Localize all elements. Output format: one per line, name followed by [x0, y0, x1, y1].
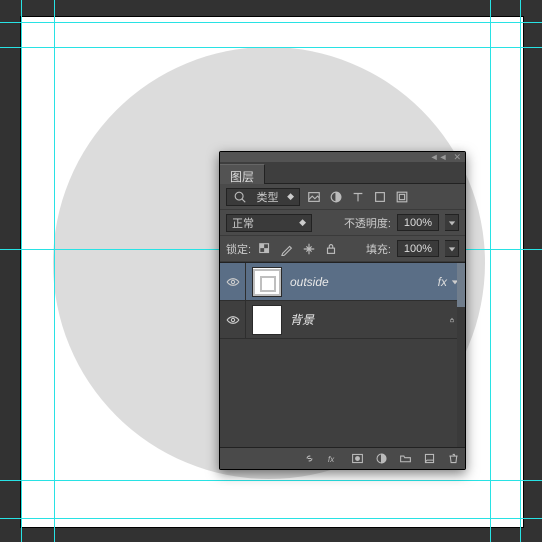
visibility-toggle[interactable]: [220, 301, 246, 338]
dropdown-arrow-icon: ◆: [287, 191, 294, 202]
lock-label: 锁定:: [226, 241, 251, 257]
svg-text:fx: fx: [327, 455, 334, 464]
blend-mode-dropdown[interactable]: 正常 ◆: [226, 214, 312, 232]
image-filter-icon[interactable]: [306, 189, 322, 205]
layer-row[interactable]: 背景: [220, 301, 465, 339]
horizontal-guide[interactable]: [0, 22, 542, 23]
panel-tabs: 图层: [220, 162, 465, 184]
filter-row: 类型 ◆: [220, 184, 465, 210]
fx-indicator[interactable]: fx: [434, 275, 451, 289]
layer-name[interactable]: outside: [288, 275, 434, 289]
vertical-guide[interactable]: [520, 0, 521, 542]
lock-pixels-icon[interactable]: [279, 241, 295, 257]
lock-all-icon[interactable]: [323, 241, 339, 257]
new-group-icon[interactable]: [397, 451, 413, 467]
filter-type-label: 类型: [257, 189, 279, 205]
scrollbar[interactable]: [457, 263, 465, 447]
new-layer-icon[interactable]: [421, 451, 437, 467]
add-mask-icon[interactable]: [349, 451, 365, 467]
lock-transparency-icon[interactable]: [257, 241, 273, 257]
new-adjustment-icon[interactable]: [373, 451, 389, 467]
close-icon[interactable]: ✕: [453, 153, 461, 162]
shape-filter-icon[interactable]: [372, 189, 388, 205]
lock-row: 锁定: 填充: 100%: [220, 236, 465, 262]
tab-layers[interactable]: 图层: [220, 164, 265, 184]
blend-row: 正常 ◆ 不透明度: 100%: [220, 210, 465, 236]
fill-dropdown[interactable]: [445, 240, 459, 257]
blend-mode-label: 正常: [232, 215, 254, 231]
dropdown-arrow-icon: ◆: [299, 217, 306, 228]
lock-position-icon[interactable]: [301, 241, 317, 257]
type-filter-icon[interactable]: [350, 189, 366, 205]
layer-name[interactable]: 背景: [288, 311, 449, 328]
opacity-dropdown[interactable]: [445, 214, 459, 231]
fx-menu-icon[interactable]: fx: [325, 451, 341, 467]
filter-type-dropdown[interactable]: 类型 ◆: [226, 188, 300, 206]
fill-input[interactable]: 100%: [397, 240, 439, 257]
link-layers-icon[interactable]: [301, 451, 317, 467]
layers-panel[interactable]: ◄◄ ✕ 图层 类型 ◆ 正常 ◆ 不透明度: 100% 锁定: 填充:: [219, 151, 466, 470]
vertical-guide[interactable]: [21, 0, 22, 542]
scrollbar-thumb[interactable]: [457, 263, 465, 307]
smartobject-filter-icon[interactable]: [394, 189, 410, 205]
panel-footer: fx: [220, 447, 465, 469]
search-icon: [232, 189, 248, 205]
adjustment-filter-icon[interactable]: [328, 189, 344, 205]
vertical-guide[interactable]: [54, 0, 55, 542]
horizontal-guide[interactable]: [0, 47, 542, 48]
horizontal-guide[interactable]: [0, 518, 542, 519]
collapse-icon[interactable]: ◄◄: [430, 153, 448, 162]
opacity-label: 不透明度:: [344, 215, 391, 231]
visibility-toggle[interactable]: [220, 263, 246, 300]
vertical-guide[interactable]: [490, 0, 491, 542]
layer-list: outside fx 背景: [220, 262, 465, 447]
horizontal-guide[interactable]: [0, 480, 542, 481]
fill-label: 填充:: [366, 241, 391, 257]
panel-top-bar: ◄◄ ✕: [220, 152, 465, 162]
layer-thumbnail[interactable]: [252, 305, 282, 335]
opacity-input[interactable]: 100%: [397, 214, 439, 231]
delete-layer-icon[interactable]: [445, 451, 461, 467]
layer-row[interactable]: outside fx: [220, 263, 465, 301]
layer-thumbnail[interactable]: [252, 267, 282, 297]
